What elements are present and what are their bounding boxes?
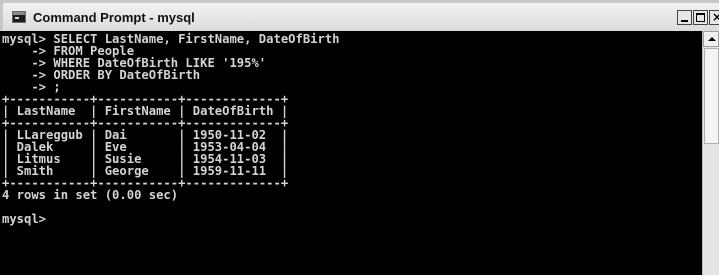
minimize-button[interactable]	[677, 10, 692, 25]
console-output: mysql> SELECT LastName, FirstName, DateO…	[2, 33, 340, 225]
vertical-scrollbar[interactable]	[702, 31, 719, 275]
console-icon[interactable]	[12, 11, 26, 23]
window-title: Command Prompt - mysql	[33, 10, 195, 25]
command-prompt[interactable]: mysql>	[2, 213, 340, 225]
title-bar[interactable]: Command Prompt - mysql	[3, 3, 719, 33]
console-area[interactable]: mysql> SELECT LastName, FirstName, DateO…	[0, 31, 702, 275]
scroll-up-arrow-icon[interactable]	[703, 31, 719, 47]
maximize-button[interactable]	[693, 10, 708, 25]
close-button[interactable]	[709, 10, 719, 25]
scroll-thumb[interactable]	[704, 48, 719, 144]
result-summary: 4 rows in set (0.00 sec)	[2, 188, 179, 202]
